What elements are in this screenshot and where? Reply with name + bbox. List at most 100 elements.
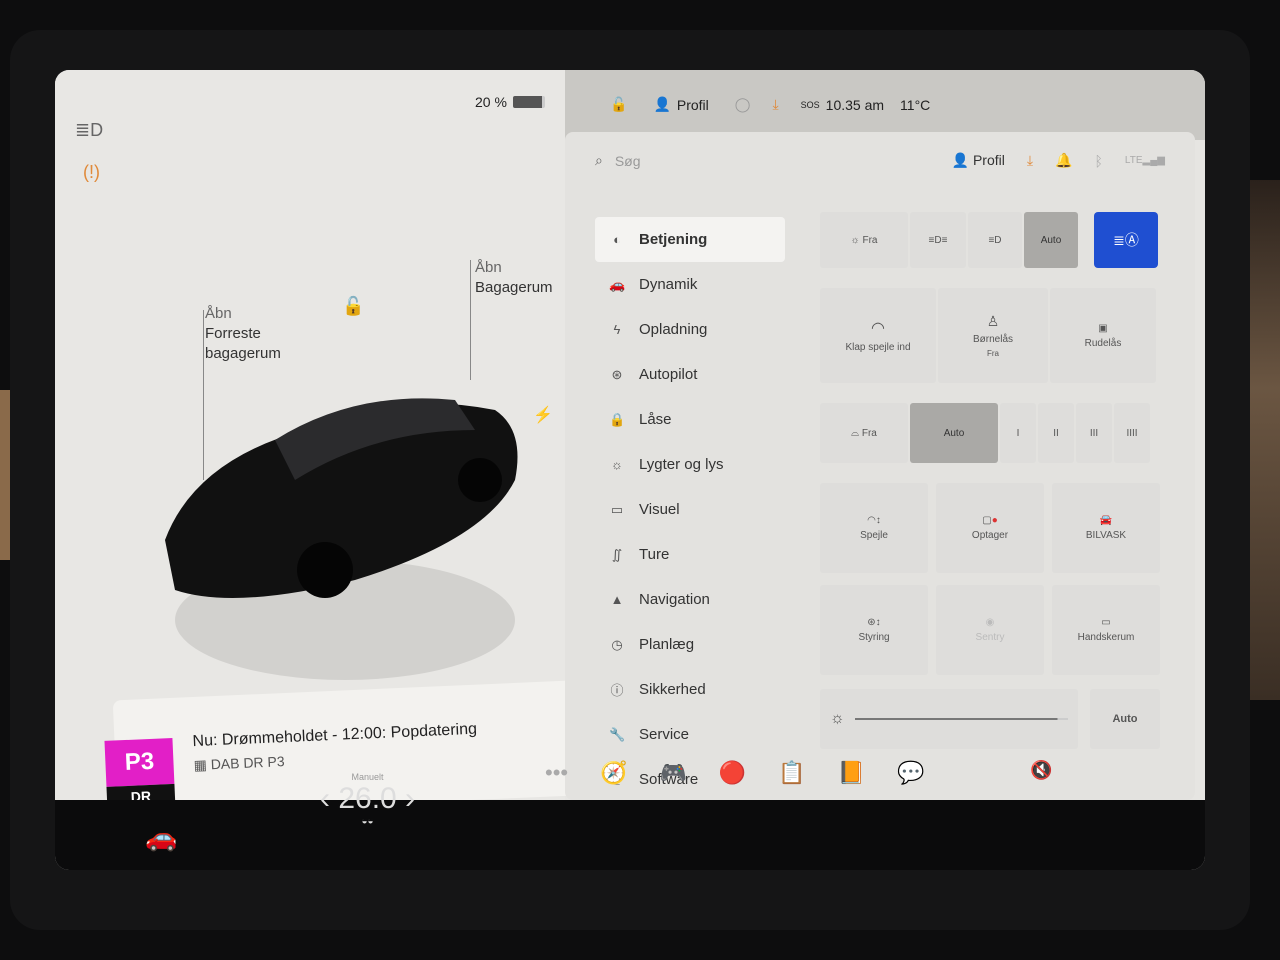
menu-item-label: Lygter og lys xyxy=(639,456,724,473)
menu-item-label: Betjening xyxy=(639,231,708,248)
wiper-speed-3-button[interactable]: III xyxy=(1076,403,1112,463)
info-icon: ⓘ xyxy=(610,683,624,698)
window-lock-icon: ▣ xyxy=(1098,322,1108,334)
callout-line xyxy=(470,260,471,380)
sentry-icon: ◉ xyxy=(985,617,995,628)
controls-grid: ☼ Fra ≡D≡ ≡D Auto ≣Ⓐ ◠ Klap spejle ind ♙ B… xyxy=(820,212,1160,749)
car-wash-button[interactable]: 🚘 BILVASK xyxy=(1052,483,1160,573)
menu-item-navigation[interactable]: ▲ Navigation xyxy=(595,577,785,622)
more-apps-icon[interactable]: ••• xyxy=(545,760,568,786)
seat-heater-icon[interactable]: ◒◒ xyxy=(320,816,415,827)
menu-item-sikkerhed[interactable]: ⓘ Sikkerhed xyxy=(595,667,785,712)
clock: 10.35 am xyxy=(825,96,885,113)
wipers-off-button[interactable]: ⌓ Fra xyxy=(820,403,908,463)
sun-icon: ☼ Fra xyxy=(850,234,878,246)
unlock-icon[interactable]: 🔓 xyxy=(342,296,364,317)
open-front-trunk-button[interactable]: Åbn Forreste bagagerum xyxy=(205,304,281,364)
toggle-icon: ◐ xyxy=(613,232,621,247)
child-icon: ♙ xyxy=(986,313,1000,329)
bluetooth-icon[interactable]: ᛒ xyxy=(1095,153,1103,169)
lights-auto-button[interactable]: Auto xyxy=(1024,212,1078,268)
notification-bell-icon[interactable]: 🔔 xyxy=(1055,152,1072,169)
menu-item-betjening[interactable]: ◐ Betjening xyxy=(595,217,785,262)
menu-item-label: Ture xyxy=(639,546,670,563)
settings-panel: ⌕ Søg 👤 Profil ⤓ 🔔 ᛒ LTE▂▄▆ ◐ Betjening 🚗 D… xyxy=(565,132,1195,800)
notes-app-icon[interactable]: 📋 xyxy=(778,760,805,786)
label: BILVASK xyxy=(1085,530,1127,541)
download-icon[interactable]: ⤓ xyxy=(772,96,778,113)
wiper-speed-2-button[interactable]: II xyxy=(1038,403,1074,463)
wiper-speed-4-button[interactable]: IIII xyxy=(1114,403,1150,463)
label: Klap spejle ind xyxy=(845,342,911,353)
menu-item-label: Service xyxy=(639,726,690,743)
profile-button[interactable]: Profil xyxy=(677,97,709,113)
trips-icon: ∬ xyxy=(611,546,623,562)
open-trunk-button[interactable]: Åbn Bagagerum xyxy=(475,258,553,298)
download-icon[interactable]: ⤓ xyxy=(1027,152,1033,169)
menu-item-opladning[interactable]: ϟ Opladning xyxy=(595,307,785,352)
lock-icon[interactable]: 🔓 xyxy=(610,96,627,113)
car-icon: 🚗 xyxy=(609,276,626,292)
battery-icon xyxy=(512,96,545,108)
profile-label: Profil xyxy=(972,152,1005,168)
menu-item-dynamik[interactable]: 🚗 Dynamik xyxy=(595,262,785,307)
charge-port-icon[interactable]: ⚡ xyxy=(533,405,553,425)
brightness-track[interactable] xyxy=(854,718,1068,720)
glovebox-button[interactable]: ▭ Handskerum xyxy=(1052,585,1160,675)
menu-item-service[interactable]: 🔧 Service xyxy=(595,712,785,757)
games-app-icon[interactable]: 🎮 xyxy=(660,760,687,786)
camera-record-icon: ▢● xyxy=(982,515,998,526)
parking-lights-button[interactable]: ≡D≡ xyxy=(910,212,966,268)
low-beam-button[interactable]: ≡D xyxy=(968,212,1022,268)
steering-wheel-icon: ⊛↕ xyxy=(867,617,881,628)
navigation-app-icon[interactable]: 🧭 xyxy=(600,760,627,786)
low-beam-icon: ≡D xyxy=(988,234,1002,246)
navigation-icon: ▲ xyxy=(610,592,624,607)
brightness-icon: ☼ xyxy=(830,710,845,727)
brightness-slider[interactable]: ☼ xyxy=(820,689,1078,749)
auto-high-beam-button[interactable]: ≣Ⓐ xyxy=(1094,212,1158,268)
menu-item-planlæg[interactable]: ◷ Planlæg xyxy=(595,622,785,667)
steering-icon: ⊛ xyxy=(611,366,623,382)
mute-icon[interactable]: 🔇 xyxy=(1030,760,1052,781)
child-lock-button[interactable]: ♙ Børnelås Fra xyxy=(938,288,1048,383)
label: Åbn xyxy=(205,305,232,322)
menu-item-label: Dynamik xyxy=(639,276,698,293)
fold-mirrors-button[interactable]: ◠ Klap spejle ind xyxy=(820,288,936,383)
climate-control[interactable]: Manuelt ‹ 26.0 › ◒◒ xyxy=(320,772,415,827)
clock-icon: ◷ xyxy=(611,636,623,652)
menu-item-ture[interactable]: ∬ Ture xyxy=(595,532,785,577)
mirrors-adjust-button[interactable]: ◠↕ Spejle xyxy=(820,483,928,573)
profile-button[interactable]: 👤 Profil xyxy=(952,152,1005,169)
menu-item-lygter-og-lys[interactable]: ☼ Lygter og lys xyxy=(595,442,785,487)
wipers-auto-button[interactable]: Auto xyxy=(910,403,998,463)
window-lock-button[interactable]: ▣ Rudelås xyxy=(1050,288,1156,383)
music-app-icon[interactable]: 🔴 xyxy=(719,760,746,786)
status-bar: 🔓 👤 Profil ◯ ⤓ SOS 10.35 am 11°C xyxy=(565,70,1205,140)
lte-signal-icon: LTE▂▄▆ xyxy=(1124,155,1165,166)
car-icon[interactable]: 🚗 xyxy=(145,822,177,853)
lights-off-button[interactable]: ☼ Fra xyxy=(820,212,908,268)
brightness-auto-button[interactable]: Auto xyxy=(1090,689,1160,749)
steering-adjust-button[interactable]: ⊛↕ Styring xyxy=(820,585,928,675)
menu-item-autopilot[interactable]: ⊛ Autopilot xyxy=(595,352,785,397)
label: IIII xyxy=(1126,427,1138,439)
mirror-adjust-icon: ◠↕ xyxy=(867,515,881,526)
menu-item-label: Låse xyxy=(639,411,672,428)
dashcam-button[interactable]: ▢● Optager xyxy=(936,483,1044,573)
label: Åbn xyxy=(475,259,502,276)
sentry-button[interactable]: ◉ Sentry xyxy=(936,585,1044,675)
menu-item-låse[interactable]: 🔒 Låse xyxy=(595,397,785,442)
menu-item-visuel[interactable]: ▭ Visuel xyxy=(595,487,785,532)
wiper-speed-1-button[interactable]: I xyxy=(1000,403,1036,463)
menu-item-label: Sikkerhed xyxy=(639,681,706,698)
manual-app-icon[interactable]: 📙 xyxy=(838,760,865,786)
menu-item-label: Opladning xyxy=(639,321,708,338)
label: Fra xyxy=(861,427,877,439)
search-field[interactable]: ⌕ Søg xyxy=(595,152,641,169)
auto-high-beam-icon: ≣Ⓐ xyxy=(1113,232,1139,248)
label: I xyxy=(1016,427,1020,439)
messages-app-icon[interactable]: 💬 xyxy=(897,760,924,786)
settings-menu: ◐ Betjening 🚗 Dynamik ϟ Opladning ⊛ Autopilot 🔒 L… xyxy=(595,217,785,802)
label: Børnelås xyxy=(972,334,1013,345)
